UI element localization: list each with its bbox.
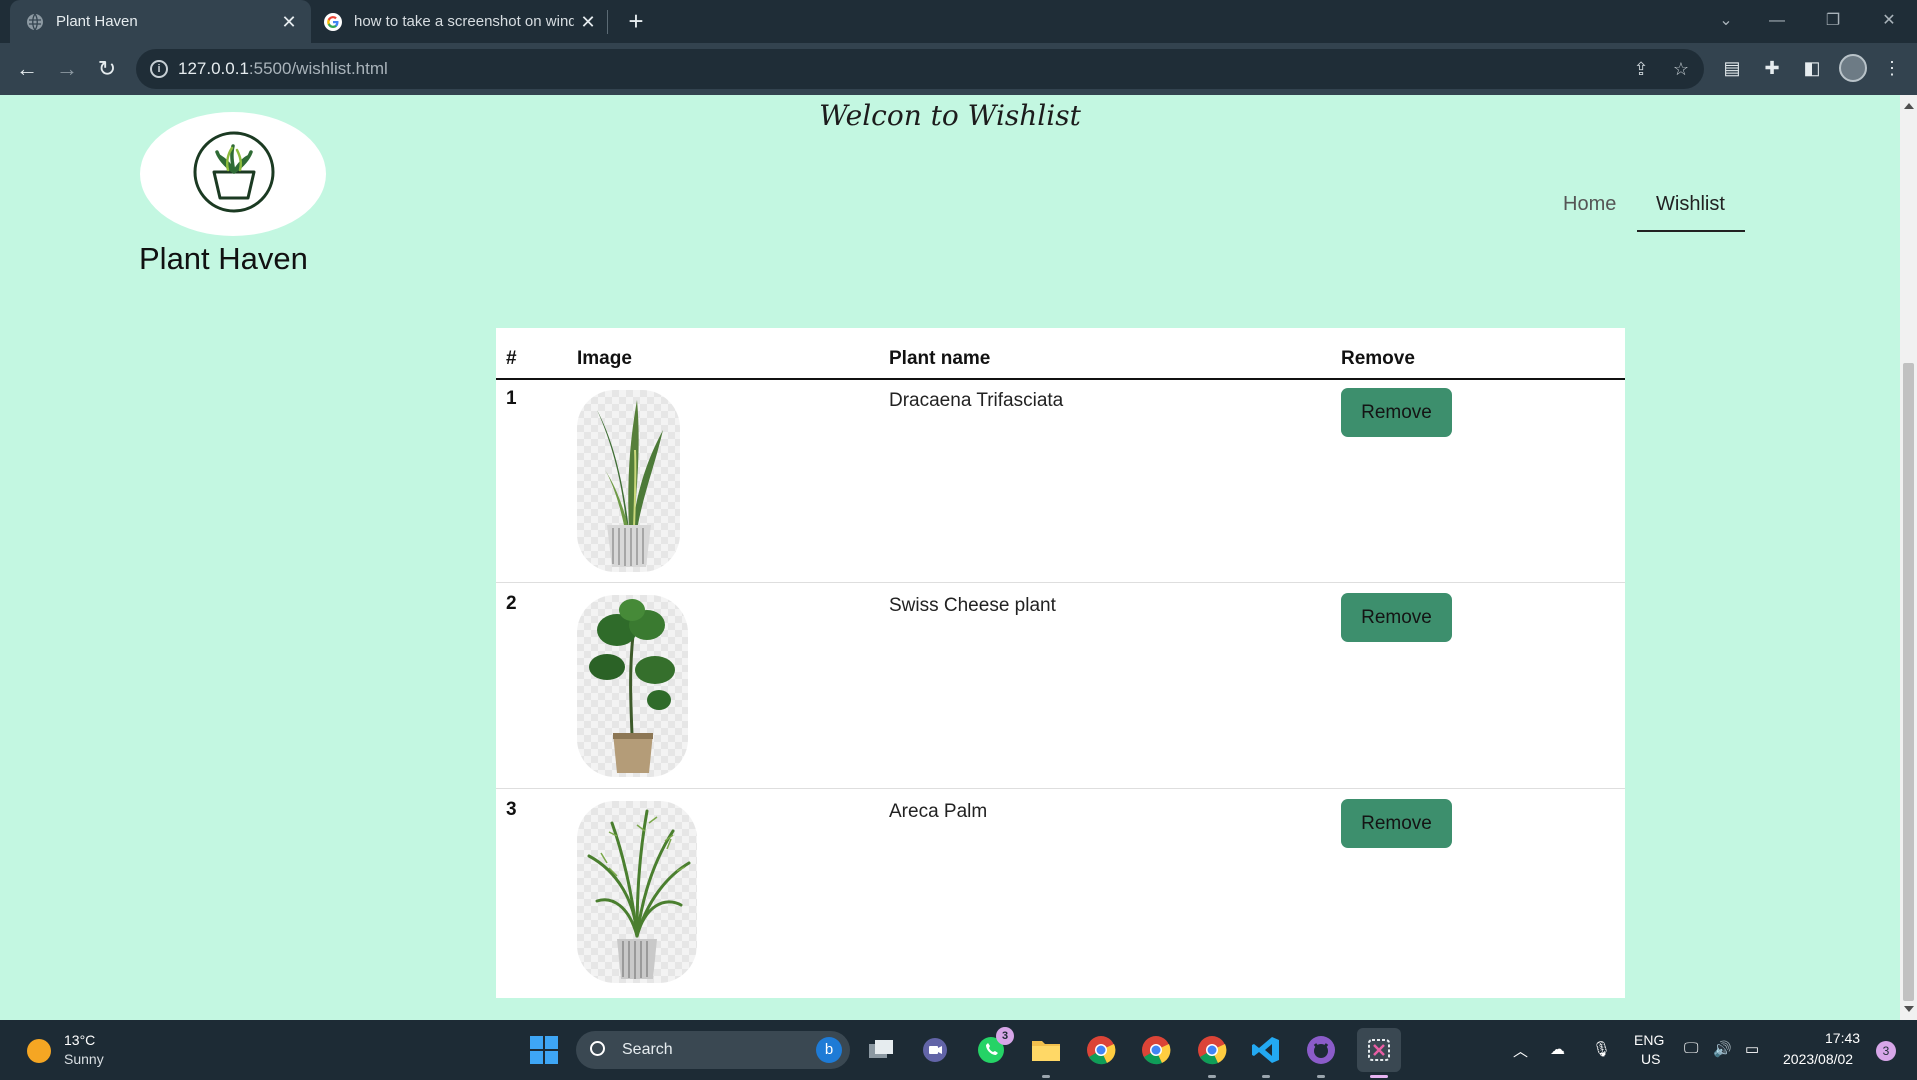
remove-button[interactable]: Remove (1341, 799, 1452, 848)
plant-name: Dracaena Trifasciata (889, 390, 1064, 411)
brand-name: Plant Haven (139, 241, 308, 276)
windows-taskbar: 13°C Sunny Search b 3 ︿ ☁ 🎙 ENG US 🖵 🔊 ▭… (0, 1020, 1917, 1080)
notification-badge[interactable]: 3 (1876, 1041, 1896, 1061)
reading-list-icon[interactable]: ▤ (1720, 56, 1744, 80)
battery-icon[interactable]: ▭ (1745, 1040, 1759, 1058)
whatsapp-icon[interactable]: 3 (974, 1027, 1014, 1067)
page-scrollbar[interactable] (1900, 95, 1917, 1020)
close-tab-icon[interactable]: ✕ (279, 12, 299, 32)
google-icon (324, 12, 342, 31)
language-bottom[interactable]: US (1641, 1051, 1660, 1067)
scrollbar-thumb[interactable] (1903, 363, 1914, 1001)
taskbar-search-box[interactable]: Search b (576, 1031, 850, 1069)
forward-arrow-icon[interactable]: → (53, 55, 81, 83)
restore-icon[interactable]: ❐ (1813, 6, 1853, 36)
wishlist-table: # Image Plant name Remove 1 Dracaena Tri… (496, 328, 1625, 998)
clock-time[interactable]: 17:43 (1825, 1030, 1860, 1046)
plant-name: Areca Palm (889, 801, 988, 822)
share-icon[interactable]: ⇪ (1630, 58, 1652, 80)
header-divider (496, 378, 1625, 380)
column-header-image: Image (577, 348, 632, 369)
weather-temperature[interactable]: 13°C (64, 1032, 95, 1048)
chrome-profile-icon[interactable] (1139, 1033, 1173, 1067)
show-hidden-icons-chevron-icon[interactable]: ︿ (1513, 1040, 1528, 1061)
minimize-icon[interactable]: — (1757, 6, 1797, 36)
network-icon[interactable]: 🖵 (1684, 1040, 1698, 1057)
active-indicator (1370, 1075, 1388, 1078)
github-desktop-icon[interactable] (1304, 1033, 1338, 1067)
running-indicator (1262, 1075, 1270, 1078)
column-header-plant-name: Plant name (889, 348, 991, 369)
language-top[interactable]: ENG (1634, 1032, 1664, 1048)
page-viewport: Welcon to Wishlist Plant Haven Home Wish… (0, 95, 1900, 1020)
column-header-number: # (506, 348, 517, 369)
running-indicator (1042, 1075, 1050, 1078)
onedrive-cloud-icon[interactable]: ☁ (1550, 1040, 1565, 1058)
address-bar[interactable]: i 127.0.0.1:5500/wishlist.html ⇪ ☆ (136, 49, 1704, 89)
whatsapp-badge: 3 (996, 1027, 1014, 1045)
row-number: 2 (506, 593, 517, 614)
plant-name: Swiss Cheese plant (889, 595, 1056, 616)
close-tab-icon[interactable]: ✕ (578, 12, 598, 32)
running-indicator (1208, 1075, 1216, 1078)
snipping-tool-icon[interactable] (1357, 1028, 1401, 1072)
tab-google-search[interactable]: how to take a screenshot on windows ✕ (318, 0, 608, 43)
bing-icon[interactable]: b (816, 1037, 842, 1063)
more-menu-icon[interactable]: ⋮ (1880, 56, 1904, 80)
snake-plant-image (577, 390, 680, 572)
extensions-puzzle-icon[interactable]: ✚ (1760, 56, 1784, 80)
nav-home-link[interactable]: Home (1563, 193, 1616, 216)
row-number: 3 (506, 799, 517, 820)
remove-button[interactable]: Remove (1341, 593, 1452, 642)
monstera-plant-image (577, 595, 688, 777)
tab-search-chevron-icon[interactable]: ⌄ (1706, 6, 1746, 36)
browser-tab-bar: Plant Haven ✕ how to take a screenshot o… (0, 0, 1917, 43)
vscode-icon[interactable] (1249, 1033, 1283, 1067)
profile-avatar[interactable] (1839, 54, 1867, 82)
tab-title: Plant Haven (56, 13, 138, 30)
row-divider (496, 788, 1625, 789)
task-view-icon[interactable] (864, 1033, 898, 1067)
new-tab-icon[interactable]: + (622, 8, 650, 36)
browser-toolbar: ← → ↻ i 127.0.0.1:5500/wishlist.html ⇪ ☆… (0, 43, 1917, 95)
tab-separator (607, 10, 608, 34)
logo[interactable] (140, 112, 326, 236)
microphone-icon[interactable]: 🎙 (1592, 1040, 1611, 1058)
tab-title: how to take a screenshot on windows (354, 13, 574, 30)
chrome-icon[interactable] (1084, 1033, 1118, 1067)
areca-palm-plant-image (577, 801, 697, 983)
windows-start-icon[interactable] (527, 1033, 561, 1067)
nav-wishlist-link[interactable]: Wishlist (1656, 193, 1725, 216)
row-divider (496, 582, 1625, 583)
volume-icon[interactable]: 🔊 (1713, 1040, 1732, 1058)
close-window-icon[interactable]: ✕ (1869, 6, 1909, 36)
remove-button[interactable]: Remove (1341, 388, 1452, 437)
clock-date[interactable]: 2023/08/02 (1783, 1051, 1853, 1067)
scroll-down-arrow-icon[interactable] (1904, 1006, 1914, 1012)
reload-icon[interactable]: ↻ (93, 55, 121, 83)
chrome-active-icon[interactable] (1195, 1033, 1229, 1067)
file-explorer-icon[interactable] (1029, 1033, 1063, 1067)
globe-icon (26, 13, 44, 31)
active-nav-underline (1637, 230, 1745, 232)
url-text[interactable]: 127.0.0.1:5500/wishlist.html (178, 59, 388, 79)
potted-plant-logo-icon (193, 131, 275, 213)
side-panel-icon[interactable]: ◧ (1800, 56, 1824, 80)
column-header-remove: Remove (1341, 348, 1415, 369)
search-icon (590, 1041, 605, 1056)
back-arrow-icon[interactable]: ← (13, 55, 41, 83)
running-indicator (1317, 1075, 1325, 1078)
teams-chat-icon[interactable] (918, 1033, 952, 1067)
site-info-icon[interactable]: i (150, 60, 168, 78)
row-number: 1 (506, 388, 517, 409)
bookmark-star-icon[interactable]: ☆ (1670, 58, 1692, 80)
search-placeholder: Search (622, 1041, 673, 1058)
tab-plant-haven[interactable]: Plant Haven ✕ (10, 0, 311, 43)
weather-description[interactable]: Sunny (64, 1051, 104, 1067)
sun-weather-icon[interactable] (27, 1039, 51, 1063)
scroll-up-arrow-icon[interactable] (1904, 103, 1914, 109)
